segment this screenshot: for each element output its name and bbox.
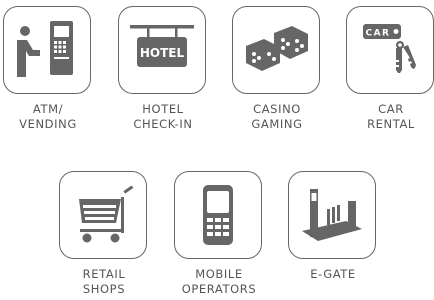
- tile-hotel-checkin: HOTEL HOTEL CHECK-IN: [118, 6, 208, 132]
- tile-hotel-box: HOTEL: [118, 6, 206, 94]
- tile-retail-label-2: SHOPS: [82, 282, 126, 296]
- hotel-sign-icon: HOTEL: [130, 25, 194, 67]
- e-gate-icon: [302, 189, 362, 241]
- tile-hotel-label-2: CHECK-IN: [133, 117, 193, 131]
- tile-retail-shops: RETAIL SHOPS: [59, 171, 149, 297]
- tile-hotel-label-1: HOTEL: [142, 102, 184, 116]
- tile-atm-vending: ATM/ VENDING: [3, 6, 93, 132]
- mobile-phone-icon: [203, 185, 233, 245]
- shopping-cart-icon: [79, 185, 134, 243]
- tile-egate-label-1: E-GATE: [310, 267, 356, 281]
- tile-mobile-box: [174, 171, 262, 259]
- tile-retail-caption: RETAIL SHOPS: [59, 267, 149, 297]
- tile-car-label-1: CAR: [378, 102, 404, 116]
- tile-casino-box: [232, 6, 320, 94]
- tile-hotel-caption: HOTEL CHECK-IN: [118, 102, 208, 132]
- car-keys-icon: CAR: [363, 24, 416, 73]
- tile-casino-caption: CASINO GAMING: [232, 102, 322, 132]
- tile-atm-label-2: VENDING: [19, 117, 77, 131]
- tile-casino-label-2: GAMING: [251, 117, 303, 131]
- tile-mobile-caption: MOBILE OPERATORS: [174, 267, 264, 297]
- tile-e-gate: E-GATE: [288, 171, 378, 282]
- dice-icon: [246, 26, 308, 71]
- tile-car-label-2: RENTAL: [367, 117, 415, 131]
- tile-car-caption: CAR RENTAL: [346, 102, 434, 132]
- tile-retail-label-1: RETAIL: [82, 267, 126, 281]
- tile-egate-caption: E-GATE: [288, 267, 378, 282]
- tile-car-box: CAR: [346, 6, 434, 94]
- tile-mobile-operators: MOBILE OPERATORS: [174, 171, 264, 297]
- tile-car-rental: CAR CAR RENTAL: [346, 6, 434, 132]
- tile-casino-gaming: CASINO GAMING: [232, 6, 322, 132]
- tile-mobile-label-2: OPERATORS: [181, 282, 257, 296]
- tile-atm-caption: ATM/ VENDING: [3, 102, 93, 132]
- tile-egate-box: [288, 171, 376, 259]
- car-tag-text: CAR: [365, 29, 390, 39]
- atm-icon: [17, 21, 73, 77]
- tile-casino-label-1: CASINO: [253, 102, 301, 116]
- tile-atm-box: [3, 6, 91, 94]
- tile-mobile-label-1: MOBILE: [195, 267, 243, 281]
- tile-retail-box: [59, 171, 147, 259]
- hotel-sign-text: HOTEL: [140, 46, 185, 60]
- tile-atm-label-1: ATM/: [32, 102, 64, 116]
